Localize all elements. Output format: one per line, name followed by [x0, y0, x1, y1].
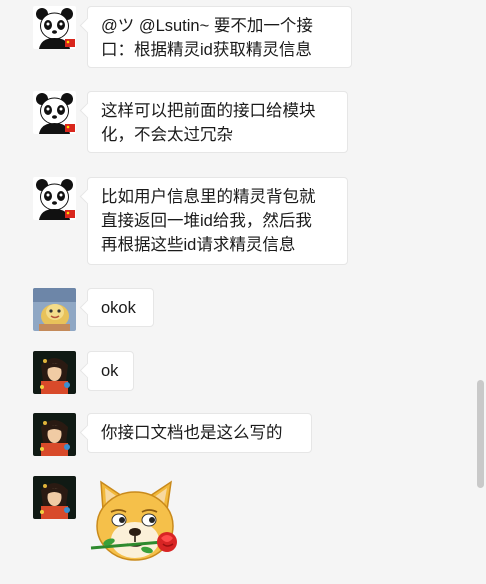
- message-text: 你接口文档也是这么写的: [101, 424, 283, 442]
- anime-avatar[interactable]: [33, 476, 76, 519]
- scrollbar-thumb[interactable]: [477, 380, 484, 488]
- anime-character-icon: [33, 476, 76, 519]
- doge-rose-icon: [90, 480, 177, 561]
- message-text: ok: [101, 362, 119, 380]
- message-bubble[interactable]: ok: [87, 351, 134, 391]
- message-bubble[interactable]: 你接口文档也是这么写的: [87, 413, 312, 453]
- anime-character-icon: [33, 413, 76, 456]
- message-text-line: @ツ @Lsutin~ 要不加一个接: [101, 17, 313, 35]
- panda-avatar[interactable]: [33, 177, 76, 220]
- panda-icon: [33, 177, 76, 220]
- doge-with-rose-sticker[interactable]: [87, 476, 183, 574]
- message-text: okok: [101, 299, 136, 317]
- message-text-line: 这样可以把前面的接口给模块: [101, 102, 316, 120]
- message-text-line: 比如用户信息里的精灵背包就: [101, 188, 316, 206]
- message-bubble[interactable]: okok: [87, 288, 154, 327]
- panda-avatar[interactable]: [33, 6, 76, 49]
- message-text-line: 再根据这些id请求精灵信息: [101, 236, 296, 254]
- message-bubble[interactable]: 比如用户信息里的精灵背包就 直接返回一堆id给我，然后我 再根据这些id请求精灵…: [87, 177, 348, 265]
- cartoon-avatar[interactable]: [33, 288, 76, 331]
- message-bubble[interactable]: @ツ @Lsutin~ 要不加一个接 口：根据精灵id获取精灵信息: [87, 6, 352, 68]
- anime-character-icon: [33, 351, 76, 394]
- panda-icon: [33, 91, 76, 134]
- message-text-line: 直接返回一堆id给我，然后我: [101, 212, 312, 230]
- panda-avatar[interactable]: [33, 91, 76, 134]
- message-text-line: 化，不会太过冗杂: [101, 126, 233, 144]
- anime-avatar[interactable]: [33, 413, 76, 456]
- message-text-line: 口：根据精灵id获取精灵信息: [101, 41, 312, 59]
- message-bubble[interactable]: 这样可以把前面的接口给模块 化，不会太过冗杂: [87, 91, 348, 153]
- chat-window: @ツ @Lsutin~ 要不加一个接 口：根据精灵id获取精灵信息 这样可以把前…: [0, 0, 486, 584]
- panda-icon: [33, 6, 76, 49]
- cartoon-character-icon: [33, 288, 76, 331]
- anime-avatar[interactable]: [33, 351, 76, 394]
